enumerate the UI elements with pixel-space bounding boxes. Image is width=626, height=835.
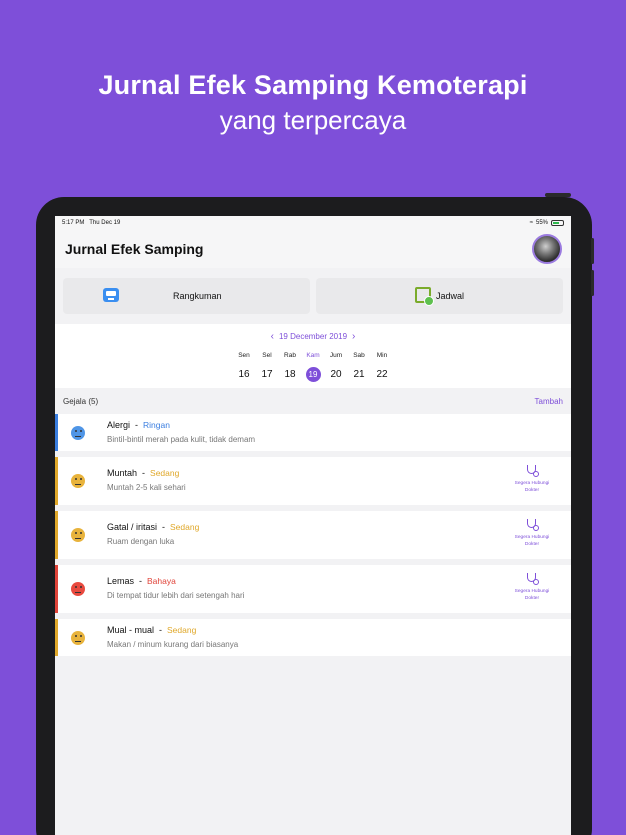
calendar-day-date: 21 — [353, 369, 365, 380]
status-bar: 5:17 PM Thu Dec 19 ≈ 55% — [55, 216, 571, 230]
calendar-day[interactable]: Kam 19 — [302, 352, 325, 382]
tablet-volume-up — [591, 238, 594, 264]
status-time: 5:17 PM — [62, 220, 85, 226]
calendar-day-date: 22 — [376, 369, 388, 380]
symptom-description: Muntah 2-5 kali sehari — [107, 483, 186, 492]
symptom-title: Mual - mual - Sedang — [107, 625, 196, 635]
calendar-day[interactable]: Jum 20 — [325, 352, 348, 382]
calendar-day-name: Sen — [238, 352, 250, 359]
symptom-row[interactable]: Alergi - Ringan Bintil-bintil merah pada ku… — [55, 414, 571, 451]
symptom-name: Mual - mual — [107, 625, 155, 635]
contact-doctor-button[interactable]: Segera Hubungi Dokter — [507, 519, 557, 548]
symptom-separator: - — [139, 576, 143, 586]
severity-face-icon — [71, 582, 85, 596]
severity-face-icon — [71, 528, 85, 542]
symptom-separator: - — [135, 420, 139, 430]
nav-bar: Jurnal Efek Samping — [55, 230, 571, 268]
shortcut-cards: Rangkuman Jadwal — [55, 268, 571, 322]
summary-label: Rangkuman — [173, 291, 222, 301]
severity-face-icon — [71, 474, 85, 488]
add-symptom-button[interactable]: Tambah — [535, 397, 563, 406]
calendar-day[interactable]: Sab 21 — [348, 352, 371, 382]
calendar-day-date: 16 — [238, 369, 250, 380]
symptom-title: Lemas - Bahaya — [107, 576, 176, 586]
symptom-severity: Bahaya — [147, 576, 176, 586]
symptom-separator: - — [142, 468, 146, 478]
symptom-separator: - — [159, 625, 163, 635]
chevron-right-icon[interactable]: › — [352, 331, 355, 342]
marketing-headline: Jurnal Efek Samping Kemoterapi yang terp… — [0, 70, 626, 136]
monitor-icon — [103, 288, 119, 302]
symptom-severity: Sedang — [167, 625, 197, 635]
calendar-day-name: Rab — [284, 352, 296, 359]
page-title: Jurnal Efek Samping — [65, 241, 204, 257]
symptom-list: Alergi - Ringan Bintil-bintil merah pada ku… — [55, 414, 571, 656]
calendar-day[interactable]: Sel 17 — [256, 352, 279, 382]
wifi-icon: ≈ — [529, 220, 533, 226]
symptom-name: Gatal / iritasi — [107, 522, 158, 532]
calendar-day[interactable]: Rab 18 — [279, 352, 302, 382]
calendar-day[interactable]: Sen 16 — [233, 352, 256, 382]
symptom-description: Di tempat tidur lebih dari setengah hari — [107, 591, 245, 600]
calendar-day-date: 19 — [305, 367, 321, 382]
status-date: Thu Dec 19 — [89, 220, 121, 226]
battery-percent: 55% — [535, 220, 548, 226]
symptom-severity: Sedang — [170, 522, 200, 532]
calendar-day-name: Min — [376, 352, 388, 359]
schedule-card-button[interactable]: Jadwal — [316, 278, 563, 314]
summary-card-button[interactable]: Rangkuman — [63, 278, 310, 314]
symptom-description: Ruam dengan luka — [107, 537, 175, 546]
severity-face-icon — [71, 425, 85, 440]
tablet-top-button — [545, 193, 571, 197]
calendar-day-date: 18 — [284, 369, 296, 380]
headline-title: Jurnal Efek Samping Kemoterapi — [98, 70, 528, 100]
symptom-severity: Sedang — [150, 468, 180, 478]
symptom-description: Makan / minum kurang dari biasanya — [107, 640, 239, 649]
calendar-check-icon — [415, 287, 434, 306]
chevron-left-icon[interactable]: ‹ — [271, 331, 274, 342]
symptom-name: Muntah — [107, 468, 138, 478]
symptoms-count-title: Gejala (5) — [63, 396, 99, 406]
stethoscope-icon — [525, 573, 539, 587]
calendar-days: Sen 16 Sel 17 Rab 18 Kam 19 Jum 20 Sab 21 Min 22 — [55, 352, 571, 382]
calendar-day-name: Sel — [262, 352, 272, 359]
symptom-title: Alergi - Ringan — [107, 420, 170, 430]
calendar-day[interactable]: Min 22 — [371, 352, 394, 382]
symptom-name: Alergi — [107, 420, 131, 430]
symptom-name: Lemas — [107, 576, 135, 586]
schedule-label: Jadwal — [436, 291, 465, 301]
symptom-description: Bintil-bintil merah pada kulit, tidak de… — [107, 435, 256, 444]
week-calendar: ‹ 19 December 2019 › Sen 16 Sel 17 Rab 18 Kam 1… — [55, 324, 571, 388]
stethoscope-icon — [525, 465, 539, 479]
contact-doctor-button[interactable]: Segera Hubungi Dokter — [507, 465, 557, 494]
symptom-title: Gatal / iritasi - Sedang — [107, 522, 199, 532]
tablet-volume-down — [591, 270, 594, 296]
contact-doctor-label: Segera Hubungi Dokter — [514, 481, 550, 493]
severity-face-icon — [71, 630, 85, 645]
contact-doctor-button[interactable]: Segera Hubungi Dokter — [507, 573, 557, 602]
calendar-day-date: 17 — [261, 369, 273, 380]
symptom-row[interactable]: Mual - mual - Sedang Makan / minum kurang d… — [55, 619, 571, 656]
symptom-separator: - — [162, 522, 166, 532]
headline-subtitle: yang terpercaya — [219, 105, 407, 135]
stethoscope-icon — [525, 519, 539, 533]
calendar-day-name: Sab — [353, 352, 365, 359]
symptoms-section-header: Gejala (5) Tambah — [55, 388, 571, 414]
calendar-day-date: 20 — [330, 369, 342, 380]
symptom-severity: Ringan — [143, 420, 170, 430]
battery-icon — [551, 220, 564, 226]
app-screen: 5:17 PM Thu Dec 19 ≈ 55% Jurnal Efek Sam… — [55, 216, 571, 835]
contact-doctor-label: Segera Hubungi Dokter — [514, 589, 550, 601]
calendar-month-label[interactable]: 19 December 2019 — [279, 332, 347, 341]
calendar-day-name: Jum — [329, 352, 343, 359]
contact-doctor-label: Segera Hubungi Dokter — [514, 535, 550, 547]
avatar[interactable] — [532, 234, 562, 264]
symptom-title: Muntah - Sedang — [107, 468, 179, 478]
symptom-row[interactable]: Gatal / iritasi - Sedang Ruam dengan luka Se… — [55, 511, 571, 559]
symptom-row[interactable]: Lemas - Bahaya Di tempat tidur lebih dari s… — [55, 565, 571, 613]
symptom-row[interactable]: Muntah - Sedang Muntah 2-5 kali sehari Seger… — [55, 457, 571, 505]
calendar-day-name: Kam — [306, 352, 320, 359]
